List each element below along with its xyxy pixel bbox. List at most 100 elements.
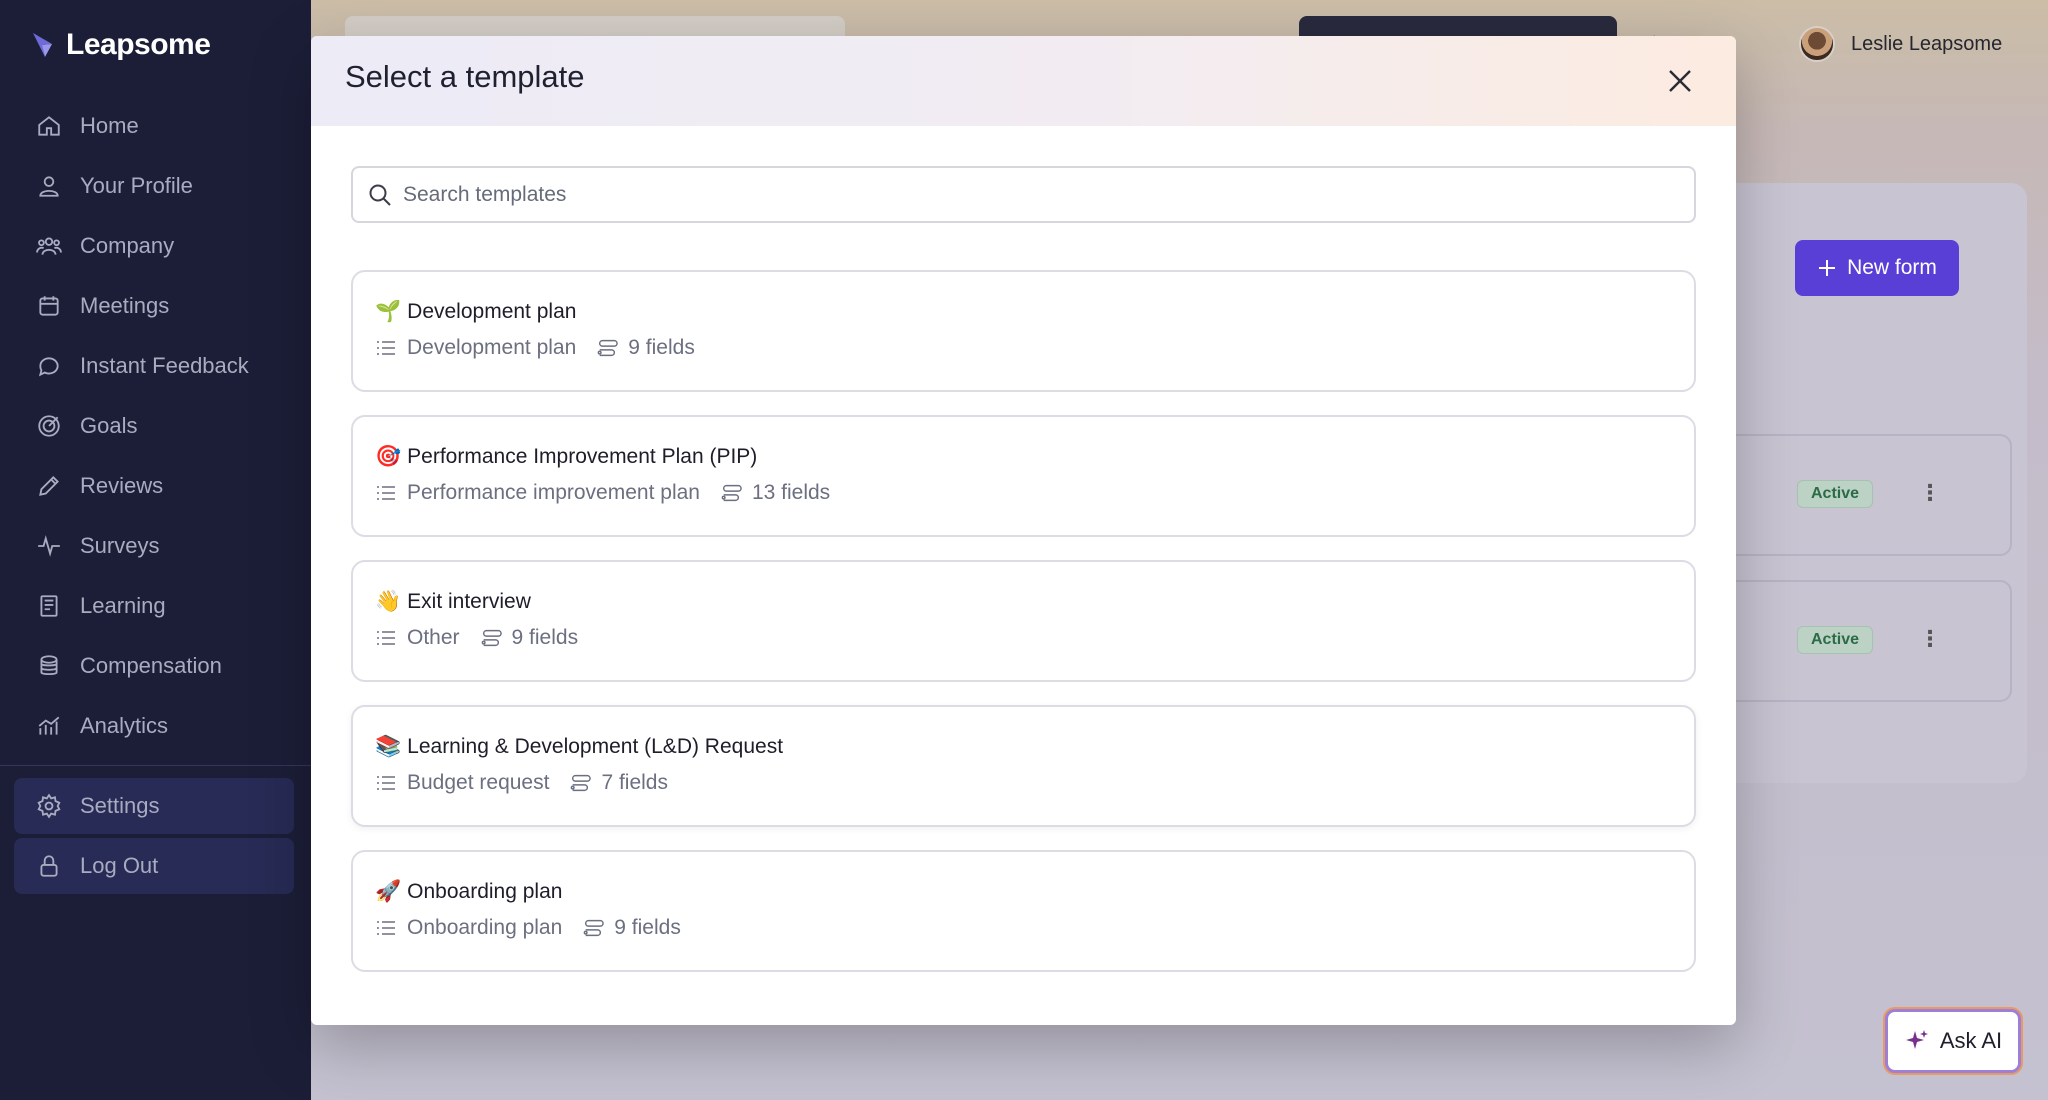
sidebar-item-instant-feedback[interactable]: Instant Feedback xyxy=(14,338,294,394)
modal-header: Select a template xyxy=(311,36,1736,126)
template-field-count: 13 fields xyxy=(751,481,831,504)
sidebar-item-label: Your Profile xyxy=(80,173,193,198)
leapsome-logo[interactable]: Leapsome xyxy=(30,28,211,62)
list-icon xyxy=(377,921,395,935)
template-emoji: 🎯 xyxy=(375,445,402,468)
sidebar-item-label: Goals xyxy=(80,413,138,438)
list-icon xyxy=(377,341,395,355)
sidebar-item-label: Settings xyxy=(80,793,160,818)
ask-ai-label: Ask AI xyxy=(1939,1028,2003,1053)
template-meta: Performance improvement plan 13 fields xyxy=(375,481,830,505)
user-icon xyxy=(39,176,59,197)
template-category: Onboarding plan xyxy=(407,916,563,939)
template-title-row: 🚀 Onboarding plan xyxy=(375,880,562,904)
template-emoji: 🚀 xyxy=(375,880,402,903)
template-title-row: 👋 Exit interview xyxy=(375,590,531,614)
new-form-button[interactable]: New form xyxy=(1795,240,1959,296)
template-emoji: 🌱 xyxy=(375,300,402,323)
sidebar-item-goals[interactable]: Goals xyxy=(14,398,294,454)
list-icon xyxy=(377,631,395,645)
sidebar-item-surveys[interactable]: Surveys xyxy=(14,518,294,574)
template-meta: Budget request 7 fields xyxy=(375,771,668,795)
sidebar-item-meetings[interactable]: Meetings xyxy=(14,278,294,334)
close-icon xyxy=(1669,70,1691,92)
select-template-modal: Select a template 🌱 Development plan Dev… xyxy=(311,36,1736,1025)
chat-icon xyxy=(38,357,59,377)
sidebar-item-label: Learning xyxy=(80,593,166,618)
chart-icon xyxy=(38,716,60,735)
close-button[interactable] xyxy=(1661,62,1699,100)
sidebar-item-home[interactable]: Home xyxy=(14,98,294,154)
template-title: Development plan xyxy=(407,300,577,323)
plus-icon xyxy=(1819,260,1836,276)
pencil-icon xyxy=(39,476,59,496)
sidebar-item-reviews[interactable]: Reviews xyxy=(14,458,294,514)
sidebar-item-label: Compensation xyxy=(80,653,222,678)
template-field-count: 9 fields xyxy=(628,336,695,359)
sidebar-item-compensation[interactable]: Compensation xyxy=(14,638,294,694)
template-title: Performance Improvement Plan (PIP) xyxy=(407,445,758,468)
users-icon xyxy=(36,237,62,255)
template-card-performance-improvement-plan[interactable]: 🎯 Performance Improvement Plan (PIP) Per… xyxy=(351,415,1696,537)
list-icon xyxy=(377,486,395,500)
book-icon xyxy=(40,595,58,617)
list-icon xyxy=(377,776,395,790)
fields-icon xyxy=(597,339,619,357)
leapsome-logo-icon xyxy=(33,33,52,57)
template-emoji: 👋 xyxy=(375,590,402,613)
template-title: Exit interview xyxy=(407,590,531,613)
sidebar-item-label: Instant Feedback xyxy=(80,353,249,378)
template-card-onboarding-plan[interactable]: 🚀 Onboarding plan Onboarding plan 9 fiel… xyxy=(351,850,1696,972)
sidebar-item-label: Home xyxy=(80,113,139,138)
template-card-exit-interview[interactable]: 👋 Exit interview Other 9 fields xyxy=(351,560,1696,682)
sidebar-item-learning[interactable]: Learning xyxy=(14,578,294,634)
sidebar-item-label: Company xyxy=(80,233,175,258)
lock-icon xyxy=(40,855,58,877)
sparkle-icon xyxy=(1905,1030,1928,1049)
search-icon xyxy=(369,184,391,206)
ask-ai-button[interactable]: Ask AI xyxy=(1885,1009,2021,1073)
more-options-icon[interactable]: ⋮ xyxy=(1919,482,1941,504)
coins-icon xyxy=(40,655,58,676)
template-meta: Development plan 9 fields xyxy=(375,336,695,360)
sidebar-item-label: Reviews xyxy=(80,473,164,498)
home-icon xyxy=(38,116,60,136)
target-icon xyxy=(38,415,60,437)
sidebar-item-label: Analytics xyxy=(80,713,169,738)
new-form-label: New form xyxy=(1847,256,1937,279)
calendar-icon xyxy=(39,296,59,316)
template-category: Other xyxy=(407,626,460,649)
template-emoji: 📚 xyxy=(375,735,402,758)
fields-icon xyxy=(481,629,502,647)
status-badge: Active xyxy=(1797,480,1873,508)
sidebar-item-your-profile[interactable]: Your Profile xyxy=(14,158,294,214)
pulse-icon xyxy=(38,535,60,557)
template-title: Learning & Development (L&D) Request xyxy=(407,735,784,758)
template-card-development-plan[interactable]: 🌱 Development plan Development plan 9 fi… xyxy=(351,270,1696,392)
sidebar-item-label: Surveys xyxy=(80,533,160,558)
sidebar-item-analytics[interactable]: Analytics xyxy=(14,698,294,754)
fields-icon xyxy=(583,919,605,937)
fields-icon xyxy=(721,484,742,502)
more-options-icon[interactable]: ⋮ xyxy=(1919,628,1941,650)
template-meta: Onboarding plan 9 fields xyxy=(375,916,681,940)
user-name[interactable]: Leslie Leapsome xyxy=(1851,33,2002,56)
search-input[interactable] xyxy=(403,182,1653,207)
sidebar-divider xyxy=(0,765,311,766)
template-title: Onboarding plan xyxy=(407,880,563,903)
template-title-row: 🎯 Performance Improvement Plan (PIP) xyxy=(375,445,757,469)
template-field-count: 7 fields xyxy=(601,771,668,794)
template-category: Performance improvement plan xyxy=(407,481,700,504)
brand-name: Leapsome xyxy=(66,28,211,61)
template-search[interactable] xyxy=(351,166,1696,223)
sidebar-item-company[interactable]: Company xyxy=(14,218,294,274)
template-card-learning-development-request[interactable]: 📚 Learning & Development (L&D) Request B… xyxy=(351,705,1696,827)
template-field-count: 9 fields xyxy=(511,626,579,649)
modal-title: Select a template xyxy=(345,59,585,94)
sidebar-item-settings[interactable]: Settings xyxy=(14,778,294,834)
sidebar-item-log-out[interactable]: Log Out xyxy=(14,838,294,894)
template-category: Budget request xyxy=(407,771,550,794)
sidebar: Leapsome Home Your Profile Company Meeti… xyxy=(0,0,311,1100)
sidebar-item-label: Meetings xyxy=(80,293,170,318)
avatar[interactable] xyxy=(1799,26,1835,62)
